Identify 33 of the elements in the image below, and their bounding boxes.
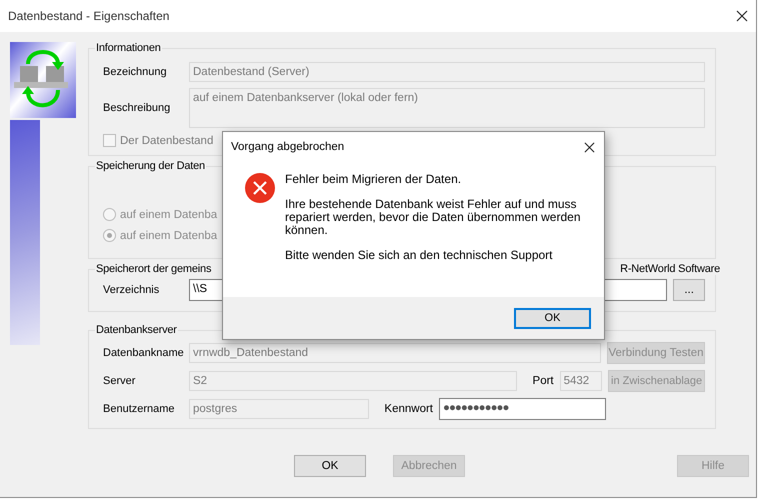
ok-button[interactable]: OK	[514, 308, 591, 328]
field-label: Kennwort	[383, 403, 433, 415]
group-title: Speicherort der gemeins	[96, 263, 212, 275]
radio-button[interactable]	[103, 208, 116, 221]
radio-label: auf einem Datenba	[120, 208, 218, 220]
close-icon[interactable]	[584, 142, 595, 152]
radio-label: auf einem Datenba	[120, 230, 218, 242]
field-label: Beschreibung	[103, 102, 172, 114]
field-label: Datenbankname	[103, 347, 183, 359]
field-label: Benutzername	[103, 403, 176, 415]
error-message: Fehler beim Migrieren der Daten.	[285, 173, 462, 186]
ok-button[interactable]: OK	[294, 455, 366, 477]
dialog-title: Vorgang abgebrochen	[231, 141, 344, 153]
error-message: Bitte wenden Sie sich an den technischen Support	[285, 249, 554, 262]
group-title: R-NetWorld Software	[620, 263, 720, 275]
field-label: Verzeichnis	[103, 284, 160, 296]
checkbox-label: Der Datenbestand	[120, 134, 214, 146]
radio-button[interactable]	[103, 229, 116, 242]
error-message: Ihre bestehende Datenbank weist Fehler auf und muss repariert werden, bevor die Daten übernommen werden können.	[285, 198, 582, 237]
checkbox[interactable]	[103, 134, 116, 147]
description-field[interactable]: auf einem Datenbankserver (lokal oder fern)	[189, 88, 705, 128]
browse-button[interactable]: ...	[673, 279, 705, 301]
group-title: Datenbankserver	[95, 324, 178, 336]
error-icon	[245, 173, 275, 203]
field-label: Port	[532, 375, 554, 387]
group-title: Informationen	[95, 42, 162, 54]
password-field[interactable]: ●●●●●●●●●●●	[439, 398, 606, 420]
window-title: Datenbestand - Eigenschaften	[8, 9, 170, 23]
group-title: Speicherung der Daten	[95, 160, 206, 172]
name-field[interactable]: Datenbestand (Server)	[189, 62, 705, 82]
field-label: Server	[103, 375, 136, 387]
field-label: Bezeichnung	[103, 66, 168, 78]
close-icon[interactable]	[736, 10, 748, 22]
